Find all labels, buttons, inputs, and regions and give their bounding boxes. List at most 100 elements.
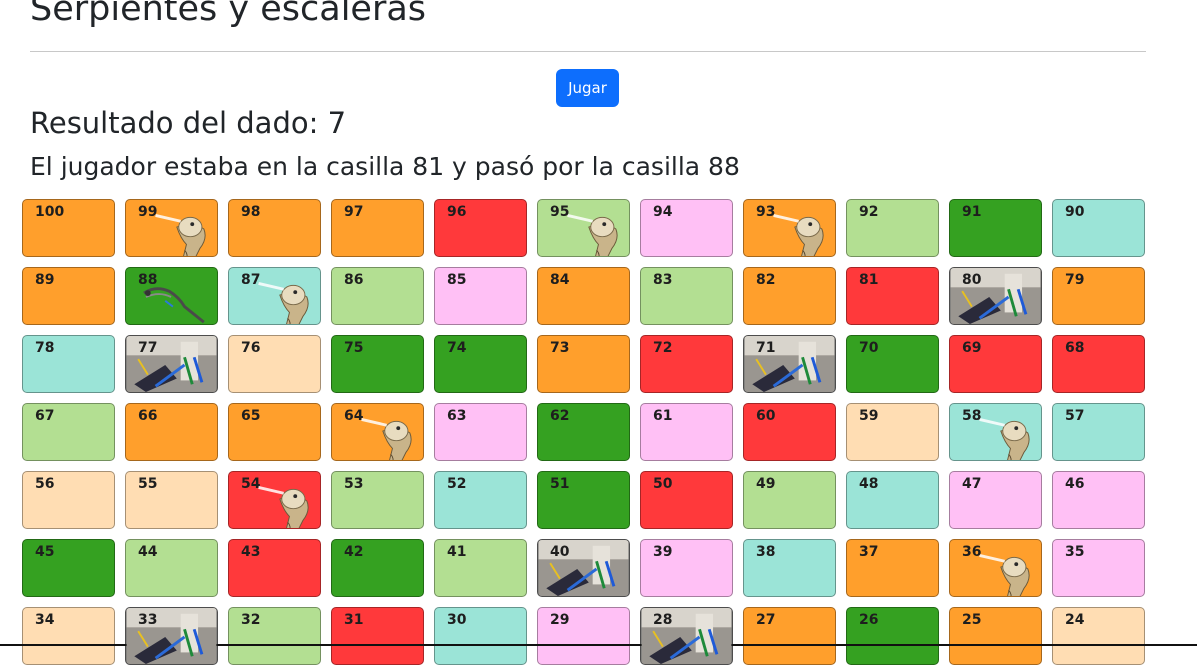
board-cell-100: 100 [22, 199, 115, 257]
cell-number: 90 [1065, 204, 1085, 220]
cell-number: 79 [1065, 272, 1085, 288]
cell-number: 75 [344, 340, 364, 356]
board-cell-75: 75 [331, 335, 424, 393]
cell-number: 86 [344, 272, 364, 288]
board-cell-43: 43 [228, 539, 321, 597]
cell-number: 82 [756, 272, 776, 288]
cell-number: 51 [550, 476, 570, 492]
board-cell-64: 64 [331, 403, 424, 461]
cell-number: 57 [1065, 408, 1085, 424]
board-cell-49: 49 [743, 471, 836, 529]
board-cell-71: 71 [743, 335, 836, 393]
cell-number: 100 [35, 204, 65, 220]
cell-number: 70 [859, 340, 879, 356]
cell-number: 98 [241, 204, 261, 220]
cell-number: 29 [550, 612, 570, 628]
board-cell-53: 53 [331, 471, 424, 529]
board-cell-34: 34 [22, 607, 115, 665]
board-cell-54: 54 [228, 471, 321, 529]
dice-result: Resultado del dado: 7 [30, 106, 347, 140]
board-cell-57: 57 [1052, 403, 1145, 461]
cell-number: 45 [35, 544, 55, 560]
cell-number: 55 [138, 476, 158, 492]
title-divider [30, 51, 1146, 52]
cell-number: 91 [962, 204, 982, 220]
board-cell-88: 88 [125, 267, 218, 325]
cell-number: 88 [138, 272, 158, 288]
cell-number: 93 [756, 204, 776, 220]
cell-number: 58 [962, 408, 982, 424]
cell-number: 48 [859, 476, 879, 492]
board-cell-27: 27 [743, 607, 836, 665]
cell-number: 64 [344, 408, 364, 424]
cell-number: 40 [550, 544, 570, 560]
cell-number: 80 [962, 272, 982, 288]
cell-number: 42 [344, 544, 364, 560]
cell-number: 77 [138, 340, 158, 356]
cell-number: 52 [447, 476, 467, 492]
board-cell-90: 90 [1052, 199, 1145, 257]
board-cell-40: 40 [537, 539, 630, 597]
cell-number: 71 [756, 340, 776, 356]
cell-number: 73 [550, 340, 570, 356]
board-cell-25: 25 [949, 607, 1042, 665]
board-cell-79: 79 [1052, 267, 1145, 325]
cell-number: 66 [138, 408, 158, 424]
cell-number: 31 [344, 612, 364, 628]
board-cell-96: 96 [434, 199, 527, 257]
board-cell-84: 84 [537, 267, 630, 325]
board-cell-70: 70 [846, 335, 939, 393]
board-cell-60: 60 [743, 403, 836, 461]
cell-number: 34 [35, 612, 55, 628]
cell-number: 95 [550, 204, 570, 220]
cell-number: 81 [859, 272, 879, 288]
board-cell-66: 66 [125, 403, 218, 461]
cell-number: 49 [756, 476, 776, 492]
board-cell-37: 37 [846, 539, 939, 597]
board-cell-73: 73 [537, 335, 630, 393]
play-button[interactable]: Jugar [556, 69, 619, 107]
board-cell-30: 30 [434, 607, 527, 665]
cell-number: 25 [962, 612, 982, 628]
cell-number: 76 [241, 340, 261, 356]
board-cell-95: 95 [537, 199, 630, 257]
board-cell-32: 32 [228, 607, 321, 665]
cell-number: 41 [447, 544, 467, 560]
cell-number: 61 [653, 408, 673, 424]
cell-number: 46 [1065, 476, 1085, 492]
cell-number: 56 [35, 476, 55, 492]
cell-number: 39 [653, 544, 673, 560]
cell-number: 72 [653, 340, 673, 356]
board-cell-33: 33 [125, 607, 218, 665]
cell-number: 97 [344, 204, 364, 220]
cell-number: 36 [962, 544, 982, 560]
cell-number: 83 [653, 272, 673, 288]
page-title: Serpientes y escaleras [30, 0, 427, 29]
cell-number: 59 [859, 408, 879, 424]
cell-number: 69 [962, 340, 982, 356]
board-cell-91: 91 [949, 199, 1042, 257]
board-cell-45: 45 [22, 539, 115, 597]
game-board: 100 99 98 97 96 95 94 93 92 91 90 89 88 87 86 85 84 83 82 8… [22, 199, 1147, 665]
board-cell-67: 67 [22, 403, 115, 461]
cell-number: 26 [859, 612, 879, 628]
cell-number: 44 [138, 544, 158, 560]
cell-number: 92 [859, 204, 879, 220]
cell-number: 78 [35, 340, 55, 356]
board-cell-99: 99 [125, 199, 218, 257]
board-cell-86: 86 [331, 267, 424, 325]
cell-number: 68 [1065, 340, 1085, 356]
board-cell-61: 61 [640, 403, 733, 461]
board-cell-89: 89 [22, 267, 115, 325]
cell-number: 96 [447, 204, 467, 220]
board-cell-29: 29 [537, 607, 630, 665]
board-cell-81: 81 [846, 267, 939, 325]
board-cell-35: 35 [1052, 539, 1145, 597]
board-cell-36: 36 [949, 539, 1042, 597]
board-cell-26: 26 [846, 607, 939, 665]
board-cell-39: 39 [640, 539, 733, 597]
cell-number: 87 [241, 272, 261, 288]
board-cell-78: 78 [22, 335, 115, 393]
board-cell-82: 82 [743, 267, 836, 325]
board-cell-28: 28 [640, 607, 733, 665]
